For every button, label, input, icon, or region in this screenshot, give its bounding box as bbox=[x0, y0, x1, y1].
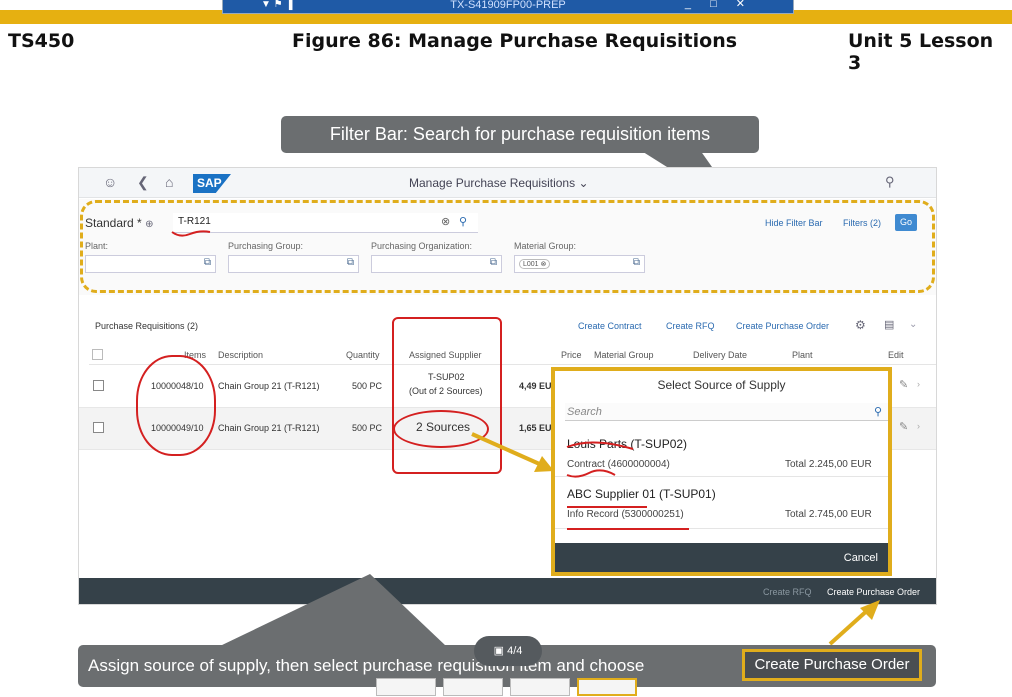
filter-bar-callout: Filter Bar: Search for purchase requisit… bbox=[281, 116, 759, 153]
arrow-to-popover bbox=[471, 432, 554, 472]
user-icon[interactable]: ☺ bbox=[103, 174, 117, 190]
cancel-button[interactable]: Cancel bbox=[844, 552, 878, 564]
popover-title: Select Source of Supply bbox=[657, 378, 786, 392]
col-plant: Plant bbox=[792, 350, 813, 360]
col-description: Description bbox=[218, 350, 264, 360]
slides-icon: ▣ bbox=[493, 645, 508, 657]
footer-create-rfq-button[interactable]: Create RFQ bbox=[763, 587, 812, 597]
select-source-popover: Select Source of Supply Search ⚲ Louis P… bbox=[551, 367, 892, 576]
description-link[interactable]: Chain Group 21 (T-R121) bbox=[218, 423, 320, 433]
edit-icon[interactable]: ✎ bbox=[899, 378, 908, 391]
col-delivery-date: Delivery Date bbox=[693, 350, 748, 360]
slide-pager[interactable]: ▣ 4/4 bbox=[474, 636, 542, 666]
footer-toolbar: Create RFQ Create Purchase Order bbox=[79, 578, 936, 604]
search-icon[interactable]: ⚲ bbox=[885, 174, 895, 190]
app-title: Manage Purchase Requisitions bbox=[409, 176, 576, 190]
quantity-value: 500 PC bbox=[352, 381, 383, 391]
source-total: Total 2.745,00 EUR bbox=[785, 509, 872, 520]
row-checkbox[interactable] bbox=[93, 422, 104, 433]
price-value: 4,49 EU bbox=[519, 381, 552, 391]
quantity-value: 500 PC bbox=[352, 423, 383, 433]
col-edit: Edit bbox=[888, 350, 904, 360]
select-all-checkbox[interactable] bbox=[92, 349, 103, 360]
caption-pointer bbox=[220, 574, 446, 646]
course-code: TS450 bbox=[8, 30, 75, 52]
slide-thumbnail-active[interactable] bbox=[577, 678, 637, 696]
popover-footer: Cancel bbox=[555, 543, 888, 572]
app-title-menu[interactable]: Manage Purchase Requisitions ⌄ bbox=[409, 176, 589, 190]
remote-toolbar-icons[interactable]: ▼ ⚑ ▐ bbox=[261, 0, 293, 10]
source-total: Total 2.245,00 EUR bbox=[785, 459, 872, 470]
lesson-label: Unit 5 Lesson 3 bbox=[848, 30, 994, 74]
filter-bar-highlight bbox=[80, 200, 935, 293]
source-annotation-marks bbox=[566, 441, 689, 530]
col-material-group: Material Group bbox=[594, 350, 654, 360]
caption-text: Assign source of supply, then select pur… bbox=[88, 656, 645, 675]
create-po-button[interactable]: Create Purchase Order bbox=[736, 321, 829, 331]
slide-thumbnail[interactable] bbox=[510, 678, 570, 696]
home-icon[interactable]: ⌂ bbox=[165, 174, 173, 190]
chevron-right-icon[interactable]: › bbox=[917, 421, 920, 431]
description-link[interactable]: Chain Group 21 (T-R121) bbox=[218, 381, 320, 391]
export-icon[interactable]: ▤ bbox=[884, 318, 894, 331]
items-annotation-circle bbox=[136, 355, 216, 456]
col-price: Price bbox=[561, 350, 582, 360]
shell-bar: ☺ ❮ ⌂ SAP Manage Purchase Requisitions ⌄… bbox=[79, 168, 936, 198]
table-title: Purchase Requisitions (2) bbox=[95, 321, 199, 331]
caption-create-po-button: Create Purchase Order bbox=[742, 649, 922, 681]
slide-thumbnail[interactable] bbox=[376, 678, 436, 696]
table-header: Items Description Quantity Assigned Supp… bbox=[89, 345, 936, 365]
arrow-to-create-po bbox=[828, 600, 880, 646]
col-quantity: Quantity bbox=[346, 350, 380, 360]
sap-logo: SAP bbox=[193, 174, 231, 193]
window-controls[interactable]: _ □ ✕ bbox=[685, 0, 753, 10]
page-indicator: 4/4 bbox=[507, 645, 523, 657]
search-icon[interactable]: ⚲ bbox=[874, 403, 882, 421]
create-rfq-button[interactable]: Create RFQ bbox=[666, 321, 715, 331]
remote-session-bar: ▼ ⚑ ▐ TX-S41909FP00-PREP _ □ ✕ bbox=[222, 0, 794, 14]
footer-create-po-button[interactable]: Create Purchase Order bbox=[827, 587, 920, 597]
chevron-right-icon[interactable]: › bbox=[917, 379, 920, 389]
edit-icon[interactable]: ✎ bbox=[899, 420, 908, 433]
chevron-down-icon: ⌄ bbox=[578, 176, 589, 190]
remote-session-title: TX-S41909FP00-PREP bbox=[450, 0, 566, 11]
row-checkbox[interactable] bbox=[93, 380, 104, 391]
chevron-down-icon[interactable]: ⌄ bbox=[909, 319, 917, 330]
figure-title: Figure 86: Manage Purchase Requisitions bbox=[292, 30, 738, 52]
back-icon[interactable]: ❮ bbox=[137, 174, 149, 191]
settings-gear-icon[interactable]: ⚙ bbox=[855, 318, 866, 332]
search-underline-mark bbox=[171, 230, 211, 237]
create-contract-button[interactable]: Create Contract bbox=[578, 321, 642, 331]
slide-thumbnail[interactable] bbox=[443, 678, 503, 696]
popover-search-input[interactable]: Search ⚲ bbox=[565, 403, 888, 421]
